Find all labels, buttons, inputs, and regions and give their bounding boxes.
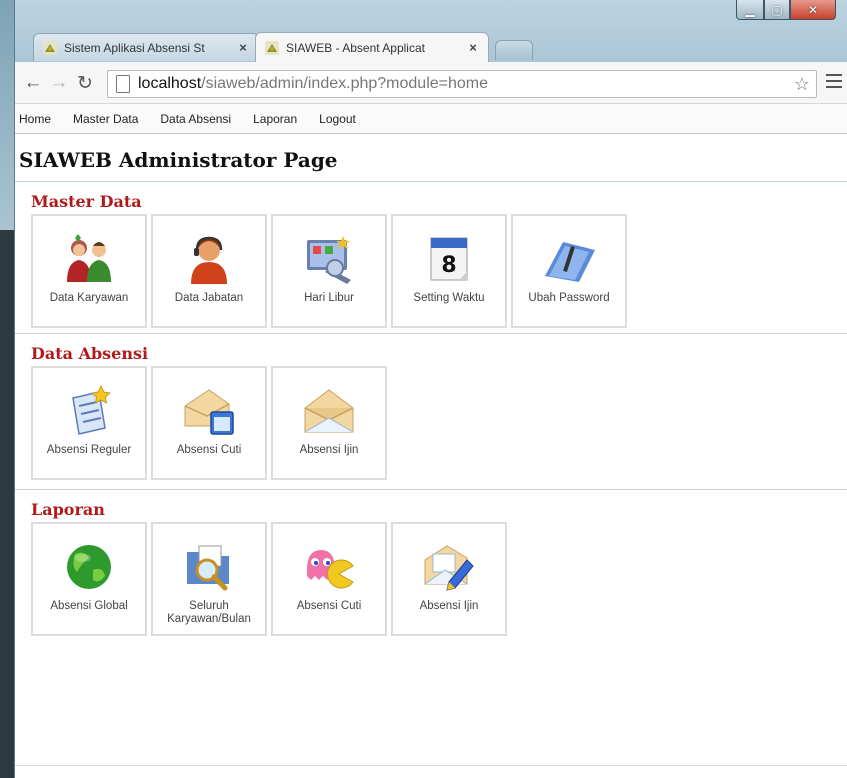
tab-title: SIAWEB - Absent Applicat — [286, 40, 425, 55]
menu-item-data-absensi[interactable]: Data Absensi — [160, 112, 231, 126]
favicon-icon — [265, 40, 279, 55]
tile-seluruh-karyawan-bulan[interactable]: Seluruh Karyawan/Bulan — [151, 522, 267, 636]
section-title: Data Absensi — [31, 344, 149, 363]
arrow-right-icon: → — [49, 72, 69, 93]
tile-label: Absensi Reguler — [46, 444, 132, 456]
page-title: SIAWEB Administrator Page — [15, 134, 847, 182]
section-master-data: Master Data Data Karyawan Data Jabatan H… — [15, 182, 847, 334]
menu-item-home[interactable]: Home — [19, 112, 51, 126]
svg-text:8: 8 — [441, 253, 456, 278]
envelope-window-icon — [184, 389, 234, 435]
tab-close-icon[interactable]: × — [466, 40, 480, 55]
menu-item-logout[interactable]: Logout — [319, 112, 356, 126]
favicon-icon — [43, 40, 57, 55]
globe-icon — [67, 545, 111, 589]
new-tab-button[interactable] — [495, 40, 533, 60]
url-path: /siaweb/admin/index.php?module=home — [201, 75, 489, 92]
tab-sistem-aplikasi[interactable]: Sistem Aplikasi Absensi St × — [33, 33, 259, 61]
close-window-button[interactable]: ✕ — [790, 0, 836, 20]
folder-search-icon — [187, 545, 229, 591]
section-laporan: Laporan Absensi Global Seluruh Karyawan/… — [15, 490, 847, 750]
maximize-button[interactable]: ▢ — [764, 0, 790, 20]
tile-label: Data Karyawan — [49, 292, 129, 304]
pacman-icon — [307, 550, 354, 589]
chrome-menu-button[interactable] — [826, 74, 842, 90]
tile-absensi-cuti[interactable]: Absensi Cuti — [151, 366, 267, 480]
tab-close-icon[interactable]: × — [236, 40, 250, 55]
tile-label: Absensi Ijin — [299, 444, 359, 456]
document-star-icon — [72, 385, 111, 435]
tile-label: Data Jabatan — [174, 292, 244, 304]
section-title: Laporan — [31, 500, 105, 519]
tile-grid: Data Karyawan Data Jabatan Hari Libur 8 … — [19, 214, 847, 334]
folder-key-icon — [545, 242, 595, 282]
tile-label: Absensi Cuti — [296, 600, 362, 612]
top-menu: Home Master Data Data Absensi Laporan Lo… — [15, 104, 847, 134]
tile-label: Setting Waktu — [413, 292, 485, 304]
desktop-edge — [0, 230, 14, 778]
menu-item-master-data[interactable]: Master Data — [73, 112, 138, 126]
tile-label: Absensi Global — [50, 600, 128, 612]
tab-title: Sistem Aplikasi Absensi St — [64, 40, 205, 55]
browser-window: ▁ ▢ ✕ Sistem Aplikasi Absensi St × SIAWE… — [14, 0, 847, 778]
tile-label: Absensi Cuti — [176, 444, 242, 456]
tab-siaweb[interactable]: SIAWEB - Absent Applicat × — [255, 32, 489, 62]
forward-button[interactable]: → — [47, 71, 71, 95]
window-titlebar: ▁ ▢ ✕ Sistem Aplikasi Absensi St × SIAWE… — [15, 0, 847, 66]
page-content: Home Master Data Data Absensi Laporan Lo… — [15, 104, 847, 778]
back-button[interactable]: ← — [21, 71, 45, 95]
tile-data-jabatan[interactable]: Data Jabatan — [151, 214, 267, 328]
employees-icon — [67, 234, 111, 282]
tile-label: Ubah Password — [528, 292, 610, 304]
maximize-icon: ▢ — [771, 2, 783, 17]
page-bottom-divider — [15, 765, 847, 766]
reload-button[interactable]: ↻ — [73, 71, 97, 95]
tile-label: Seluruh Karyawan/Bulan — [167, 600, 251, 625]
section-title: Master Data — [31, 192, 142, 211]
address-bar[interactable]: localhost/siaweb/admin/index.php?module=… — [107, 70, 817, 98]
envelope-pencil-icon — [424, 545, 474, 591]
tile-absensi-ijin-laporan[interactable]: Absensi Ijin — [391, 522, 507, 636]
tile-absensi-global[interactable]: Absensi Global — [31, 522, 147, 636]
close-icon: ✕ — [807, 2, 819, 17]
tile-absensi-ijin[interactable]: Absensi Ijin — [271, 366, 387, 480]
calendar-icon: 8 — [430, 237, 468, 281]
holiday-monitor-icon — [307, 236, 351, 284]
tile-data-karyawan[interactable]: Data Karyawan — [31, 214, 147, 328]
page-icon — [116, 75, 130, 93]
tile-hari-libur[interactable]: Hari Libur — [271, 214, 387, 328]
tile-grid: Absensi Global Seluruh Karyawan/Bulan Ab… — [19, 522, 847, 642]
menu-item-laporan[interactable]: Laporan — [253, 112, 297, 126]
tile-grid: Absensi Reguler Absensi Cuti Absensi Iji… — [19, 366, 847, 486]
tile-absensi-reguler[interactable]: Absensi Reguler — [31, 366, 147, 480]
url-host: localhost — [138, 75, 202, 92]
tile-label: Absensi Ijin — [419, 600, 479, 612]
tile-setting-waktu[interactable]: 8 Setting Waktu — [391, 214, 507, 328]
section-data-absensi: Data Absensi Absensi Reguler Absensi Cut… — [15, 334, 847, 490]
window-controls: ▁ ▢ ✕ — [736, 0, 836, 20]
tile-ubah-password[interactable]: Ubah Password — [511, 214, 627, 328]
browser-toolbar: ← → ↻ localhost/siaweb/admin/index.php?m… — [15, 62, 847, 104]
minimize-button[interactable]: ▁ — [736, 0, 764, 20]
support-agent-icon — [191, 236, 227, 284]
tile-absensi-cuti-laporan[interactable]: Absensi Cuti — [271, 522, 387, 636]
minimize-icon: ▁ — [745, 2, 755, 17]
arrow-left-icon: ← — [23, 72, 43, 93]
reload-icon: ↻ — [77, 72, 93, 94]
tile-label: Hari Libur — [304, 292, 354, 304]
bookmark-star-icon[interactable]: ☆ — [794, 74, 810, 95]
envelope-icon — [304, 389, 354, 433]
